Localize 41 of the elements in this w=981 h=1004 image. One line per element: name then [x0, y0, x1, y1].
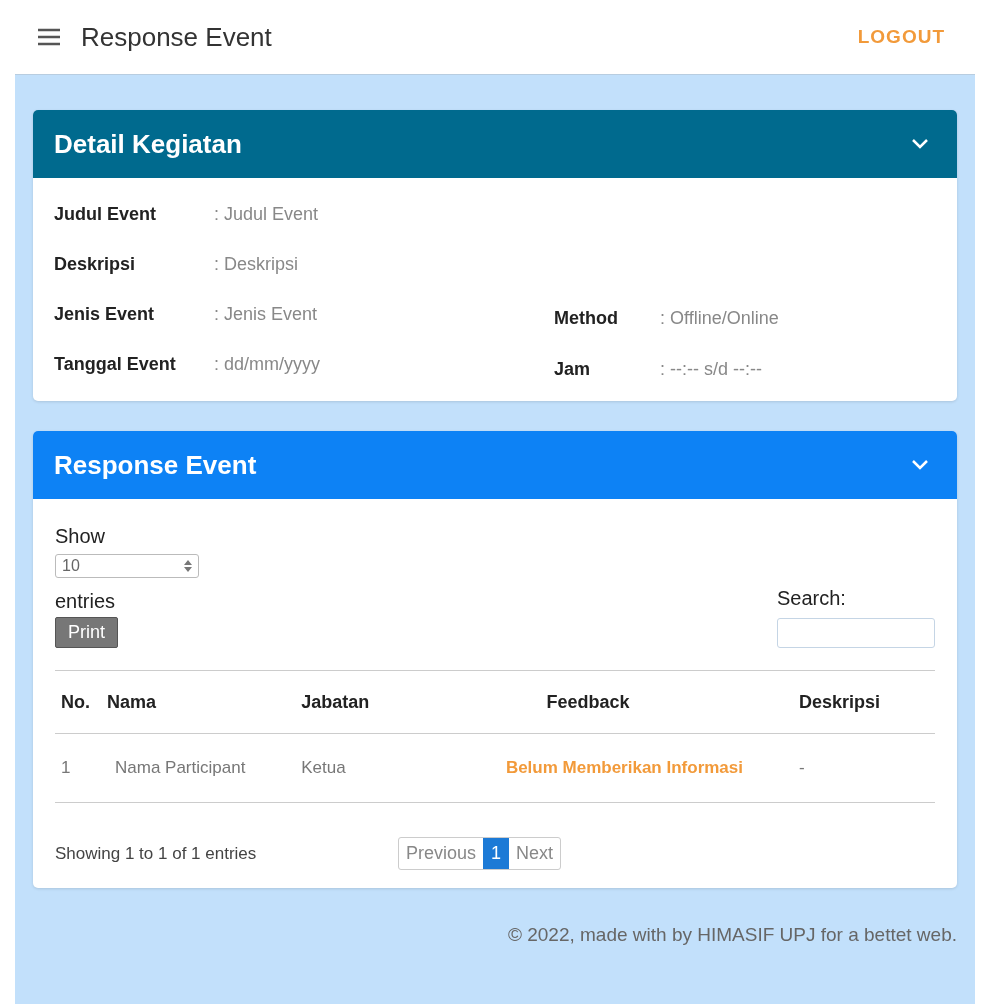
logout-link[interactable]: LOGOUT: [857, 26, 945, 48]
field-value: : --:-- s/d --:--: [660, 359, 762, 379]
field-value: : dd/mm/yyyy: [214, 354, 320, 374]
card-title: Detail Kegiatan: [54, 128, 242, 160]
page-link[interactable]: Next: [509, 838, 561, 869]
table-cell: Ketua: [295, 733, 428, 803]
column-header: Nama: [101, 670, 296, 734]
show-label: Show: [55, 525, 106, 548]
entries-select[interactable]: 10: [55, 554, 199, 578]
menu-icon[interactable]: [37, 27, 61, 47]
field-label: Tanggal Event: [54, 354, 177, 374]
field-label: Judul Event: [54, 204, 157, 224]
table-cell: 1: [55, 733, 101, 803]
field-value: : Jenis Event: [214, 304, 318, 324]
search-field[interactable]: [777, 618, 935, 648]
field-value: : Deskripsi: [214, 254, 298, 274]
field-label: Method: [554, 308, 619, 328]
search-label: Search:: [777, 587, 846, 610]
footer-text: © 2022, made with by HIMASIF UPJ for a bettet web.: [506, 924, 957, 946]
page-link[interactable]: Previous: [399, 838, 484, 869]
column-header: Deskripsi: [749, 670, 935, 734]
card-title: Response Event: [54, 449, 257, 481]
print-button[interactable]: Print: [55, 617, 118, 648]
column-header: Jabatan: [295, 670, 428, 734]
chevron-icon[interactable]: [911, 459, 929, 471]
column-header: Feedback: [427, 670, 749, 734]
page-title: Response Event: [81, 21, 272, 53]
column-header: No.: [55, 670, 101, 734]
field-label: Jenis Event: [54, 304, 156, 324]
feedback-status: Belum Memberikan Informasi: [427, 733, 749, 803]
field-label: Jam: [554, 359, 592, 379]
page-link[interactable]: 1: [483, 838, 510, 869]
spinner-arrows-icon: [184, 560, 192, 572]
table-info: Showing 1 to 1 of 1 entries: [55, 843, 258, 864]
field-value: : Judul Event: [214, 204, 319, 224]
table-cell: -: [749, 733, 935, 803]
entries-label: entries: [55, 590, 116, 613]
table-cell: Nama Participant: [101, 733, 296, 803]
chevron-icon[interactable]: [911, 138, 929, 150]
field-label: Deskripsi: [54, 254, 137, 274]
field-value: : Offline/Online: [660, 308, 779, 328]
